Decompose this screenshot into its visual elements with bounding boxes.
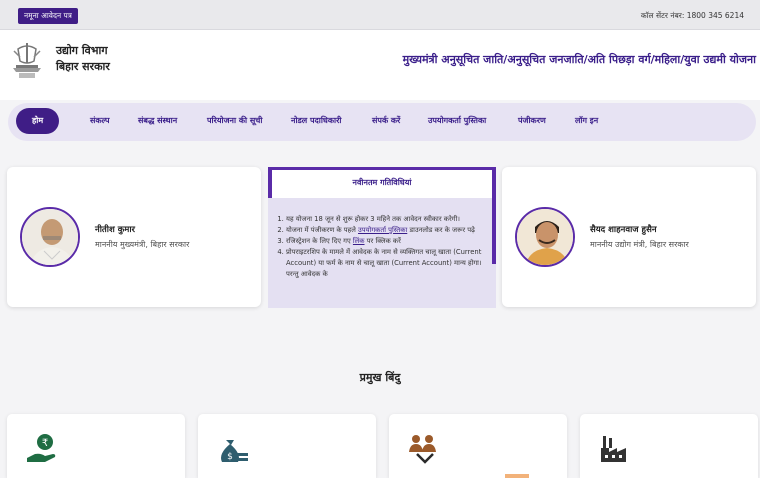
bihar-emblem-icon [13,43,41,78]
activity-text: पर क्लिक करें [364,237,401,245]
user-manual-link[interactable]: उपयोगकर्ता पुस्तिका [358,226,407,234]
handshake-people-icon [409,435,436,464]
activity-item: यह योजना 18 जून से शुरू होकर 3 महिने तक … [286,214,492,225]
site-header: उद्योग विभाग बिहार सरकार मुख्यमंत्री अनु… [0,30,760,100]
latest-activities-panel: नवीनतम गतिविधियां यह योजना 18 जून से शुर… [268,167,496,308]
nav-login[interactable]: लॉग इन [575,115,598,126]
rupee-hand-icon: ₹ [27,434,56,462]
factory-icon [601,436,626,462]
top-bar: नमूना आवेदन पत्र कॉल सेंटर नंबर: 1800 34… [0,0,760,30]
activity-text: डाउनलोड कर के जरूर पढ़े [407,226,475,234]
key-points-heading: प्रमुख बिंदु [359,371,401,384]
nav-nodal-officers[interactable]: नोडल पदाधिकारी [291,115,341,126]
nav-affiliated-institutes[interactable]: संबद्ध संस्थान [138,115,177,126]
nav-registration[interactable]: पंजीकरण [518,115,546,126]
activity-item: प्रोपराइटरशिप के मामले में आवेदक के नाम … [286,247,492,280]
feature-card-3 [389,414,567,478]
call-center-number: कॉल सेंटर नंबर: 1800 345 6214 [640,11,744,20]
activities-scroll-indicator[interactable] [492,198,496,264]
chief-minister-role: माननीय मुख्यमंत्री, बिहार सरकार [95,240,190,249]
chief-minister-card: नीतीश कुमार माननीय मुख्यमंत्री, बिहार सर… [7,167,261,307]
industry-minister-avatar [515,207,575,267]
feature-card-4 [580,414,758,478]
latest-activities-title: नवीनतम गतिविधियां [268,170,496,198]
svg-text:$: $ [227,452,233,462]
scheme-title: मुख्यमंत्री अनुसूचित जाति/अनुसूचित जनजात… [402,53,756,66]
activity-item: योजना में पंजीकरण के पहले उपयोगकर्ता पुस… [286,225,492,236]
svg-text:₹: ₹ [42,438,48,449]
activities-list: यह योजना 18 जून से शुरू होकर 3 महिने तक … [278,214,492,280]
nav-resolution[interactable]: संकल्प [90,115,110,126]
department-name: उद्योग विभाग बिहार सरकार [56,43,110,75]
nav-contact[interactable]: संपर्क करें [372,115,400,126]
department-line-2: बिहार सरकार [56,60,110,73]
industry-minister-card: सैयद शाहनवाज हुसैन माननीय उद्योग मंत्री,… [502,167,756,307]
nav-project-list[interactable]: परियोजना की सूची [207,115,262,126]
sample-form-button[interactable]: नमूना आवेदन पत्र [18,8,78,24]
money-bag-icon: $ [221,440,248,462]
chief-minister-name: नीतीश कुमार [95,225,135,235]
activity-text: रजिस्ट्रेशन के लिए दिए गए [286,237,353,245]
chief-minister-avatar [20,207,80,267]
industry-minister-role: माननीय उद्योग मंत्री, बिहार सरकार [590,240,689,249]
feature-card-1: ₹ [7,414,185,478]
feature-card-2: $ [198,414,376,478]
activity-text: योजना में पंजीकरण के पहले [286,226,359,234]
scroll-indicator [505,474,529,478]
registration-link[interactable]: लिंक [353,237,365,245]
nav-user-manual[interactable]: उपयोगकर्ता पुस्तिका [428,115,486,126]
activity-item: रजिस्ट्रेशन के लिए दिए गए लिंक पर क्लिक … [286,236,492,247]
nav-home[interactable]: होम [16,108,60,134]
main-nav: होम संकल्प संबद्ध संस्थान परियोजना की सू… [8,103,756,141]
industry-minister-name: सैयद शाहनवाज हुसैन [590,225,657,235]
department-line-1: उद्योग विभाग [56,44,108,57]
